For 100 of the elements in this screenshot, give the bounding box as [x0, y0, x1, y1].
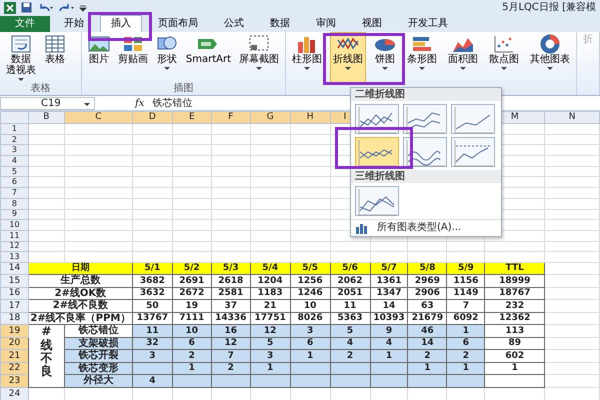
name-box[interactable]: C19	[0, 96, 95, 110]
customize-icon[interactable]	[79, 4, 87, 12]
table-cell: 14	[370, 300, 408, 312]
formula-field[interactable]: 铁芯错位	[152, 96, 192, 110]
row-header[interactable]: 7	[0, 188, 28, 198]
chart-type-option[interactable]	[451, 137, 495, 167]
ribbon-tab[interactable]: 审阅	[306, 16, 346, 32]
file-tab[interactable]: 文件	[0, 16, 50, 32]
table-cell: 支架破损	[64, 337, 132, 350]
chart-type-option[interactable]	[355, 186, 399, 216]
ribbon-tab[interactable]: 插入	[100, 15, 142, 32]
function-button[interactable]: fx	[135, 96, 144, 110]
caret-icon	[547, 67, 553, 70]
table-cell: 1156	[446, 274, 485, 288]
row-header[interactable]: 24	[0, 387, 28, 400]
row-header[interactable]: 20	[0, 337, 28, 350]
row-header[interactable]: 9	[0, 209, 28, 220]
caret-icon	[345, 67, 351, 70]
ribbon-button[interactable]: 其他图表	[527, 32, 573, 83]
row-header[interactable]: 1	[0, 124, 28, 134]
ribbon-button[interactable]: 折线图	[330, 32, 366, 83]
table-cell: 铁芯变形	[64, 362, 132, 375]
ribbon-button[interactable]: 屏幕截图	[236, 32, 282, 83]
table-cell: 3632	[132, 287, 172, 300]
row-header[interactable]: 15	[0, 274, 28, 288]
ribbon-tab[interactable]: 公式	[214, 16, 254, 32]
table-cell: 2	[408, 350, 447, 362]
row-header[interactable]: 23	[0, 374, 28, 388]
row-header[interactable]: 6	[0, 176, 28, 188]
column-header[interactable]: B	[28, 112, 64, 124]
ribbon-tab[interactable]: 视图	[352, 16, 392, 32]
table-cell: 生产总数	[28, 274, 132, 288]
line-chart-preview-drawing	[452, 138, 494, 168]
table-cell: 3	[132, 350, 172, 362]
table-cell: 18999	[484, 274, 545, 288]
all-chart-types-link[interactable]: 所有图表类型(A)...	[377, 222, 462, 234]
row-header[interactable]: 21	[0, 350, 28, 362]
chart-type-option[interactable]	[355, 137, 399, 167]
ribbon-button[interactable]: 剪贴画	[114, 32, 151, 83]
row-header[interactable]: 13	[0, 252, 28, 262]
ribbon-button[interactable]: 条形图	[404, 32, 440, 83]
table-cell: 12	[250, 324, 290, 338]
row-header[interactable]: 18	[0, 312, 28, 325]
table-cell: 5	[330, 324, 370, 338]
row-header[interactable]: 16	[0, 287, 28, 300]
ribbon-button[interactable]: 数据 透视表	[3, 32, 39, 83]
row-header[interactable]: 22	[0, 362, 28, 375]
table-cell: 232	[484, 300, 545, 312]
chart-type-option[interactable]	[451, 104, 495, 134]
row-header[interactable]: 5	[0, 166, 28, 177]
row-header[interactable]: 2	[0, 134, 28, 145]
ribbon-tab[interactable]: 开始	[54, 16, 94, 32]
row-header[interactable]: 11	[0, 230, 28, 242]
ribbon-button[interactable]: 形状	[152, 32, 181, 83]
redo-icon[interactable]	[58, 2, 74, 12]
ribbon-button[interactable]: 面积图	[445, 32, 481, 83]
ribbon-button[interactable]: 表格	[41, 32, 69, 83]
ribbon-button[interactable]: SmartArt	[182, 32, 234, 83]
chart-type-option[interactable]	[403, 104, 447, 134]
spreadsheet-logo-icon	[4, 2, 16, 14]
row-header[interactable]: 14	[0, 262, 28, 275]
save-icon[interactable]	[21, 2, 32, 13]
ribbon-button[interactable]: 饼图	[371, 32, 399, 83]
column-header[interactable]: F	[211, 112, 250, 124]
table-cell: 1204	[250, 274, 290, 288]
ribbon-button[interactable]: 散点图	[486, 32, 522, 83]
section-header: 三维折线图	[351, 170, 501, 183]
line-chart-preview-drawing	[452, 105, 494, 135]
row-header[interactable]: 12	[0, 241, 28, 252]
row-header[interactable]: 10	[0, 220, 28, 230]
table-cell: 18767	[484, 287, 545, 300]
column-header[interactable]: D	[132, 112, 172, 124]
table-cell: 1	[172, 362, 212, 375]
row-header[interactable]: 4	[0, 156, 28, 166]
chart-type-option[interactable]	[403, 137, 447, 167]
ribbon-button[interactable]: 柱形图	[289, 32, 325, 83]
ribbon-tab[interactable]: 开发工具	[398, 16, 458, 32]
table-cell: 2581	[211, 287, 250, 300]
column-header[interactable]: H	[290, 112, 330, 124]
row-header[interactable]: 17	[0, 300, 28, 312]
ribbon-tab[interactable]: 数据	[260, 16, 300, 32]
caret-icon	[304, 67, 310, 70]
ribbon-tab[interactable]: 页面布局	[148, 16, 208, 32]
table-cell: 89	[484, 337, 545, 350]
table-cell: 1	[290, 350, 330, 362]
ribbon-button[interactable]: 图片	[84, 32, 113, 83]
table-cell: 7	[211, 350, 250, 362]
column-header[interactable]: G	[250, 112, 290, 124]
table-cell: 4	[132, 374, 172, 388]
row-header[interactable]: 3	[0, 144, 28, 156]
column-header[interactable]: E	[172, 112, 212, 124]
donut-chart-icon	[539, 34, 561, 54]
column-header[interactable]: N	[544, 112, 600, 124]
caret-icon	[501, 67, 507, 70]
row-header[interactable]: 8	[0, 198, 28, 209]
column-header[interactable]: C	[64, 112, 132, 124]
table-cell: 113	[484, 324, 545, 338]
undo-icon[interactable]	[37, 2, 53, 12]
chart-type-option[interactable]	[355, 104, 399, 134]
row-header[interactable]: 19	[0, 324, 28, 338]
